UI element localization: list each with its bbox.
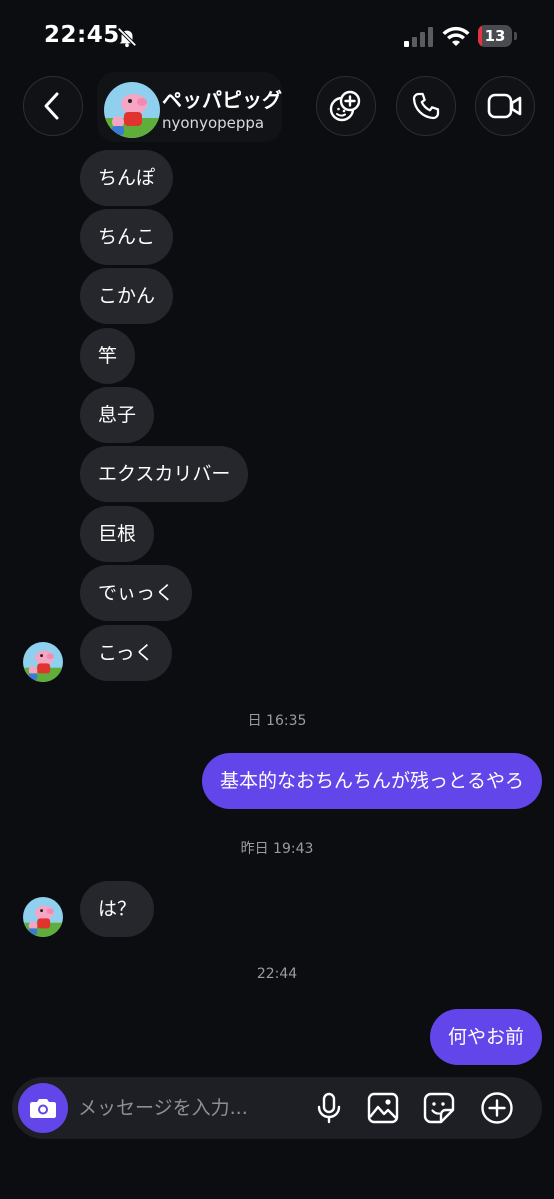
battery-level: 13 bbox=[484, 27, 506, 45]
message-input[interactable] bbox=[78, 1077, 278, 1139]
incoming-message[interactable]: 巨根 bbox=[80, 506, 155, 562]
camera-icon bbox=[30, 1099, 56, 1118]
timestamp: 昨日 19:43 bbox=[240, 841, 314, 857]
message-composer bbox=[12, 1077, 542, 1139]
camera-button[interactable] bbox=[18, 1083, 68, 1133]
voice-call-button[interactable] bbox=[396, 76, 456, 136]
more-options-button[interactable] bbox=[480, 1091, 514, 1125]
contact-name[interactable]: ペッパピッグ bbox=[162, 84, 282, 113]
signal-icon bbox=[404, 27, 433, 47]
microphone-icon bbox=[317, 1092, 341, 1124]
image-icon bbox=[367, 1092, 399, 1124]
incoming-message[interactable]: は？ bbox=[80, 881, 155, 937]
home-indicator bbox=[205, 1183, 349, 1188]
sticker-button[interactable] bbox=[422, 1091, 456, 1125]
chat-header: ペッパピッグ nyonyopeppa bbox=[0, 72, 554, 148]
microphone-button[interactable] bbox=[312, 1091, 346, 1125]
incoming-message[interactable]: 竿 bbox=[80, 328, 136, 384]
battery-icon: 13 bbox=[478, 25, 518, 49]
outgoing-message[interactable]: 何やお前 bbox=[429, 1009, 542, 1065]
status-bar: 22:45 13 bbox=[0, 0, 554, 72]
incoming-message[interactable]: ちんこ bbox=[80, 209, 174, 265]
sticker-add-icon bbox=[329, 90, 361, 122]
incoming-message[interactable]: 息子 bbox=[80, 387, 155, 443]
timestamp: 日 16:35 bbox=[247, 713, 307, 729]
sticker-add-button[interactable] bbox=[316, 76, 376, 136]
incoming-message[interactable]: こっく bbox=[80, 625, 172, 681]
contact-avatar[interactable] bbox=[104, 82, 160, 138]
contact-username[interactable]: nyonyopeppa bbox=[162, 114, 264, 132]
sticker-icon bbox=[423, 1092, 455, 1124]
back-icon bbox=[44, 92, 59, 120]
video-call-button[interactable] bbox=[475, 76, 535, 136]
wifi-icon bbox=[442, 26, 470, 46]
bell-muted-icon bbox=[117, 27, 137, 48]
phone-icon bbox=[412, 92, 440, 120]
incoming-message[interactable]: エクスカリバー bbox=[80, 446, 249, 502]
plus-icon bbox=[481, 1092, 513, 1124]
gallery-button[interactable] bbox=[366, 1091, 400, 1125]
incoming-message[interactable]: でぃっく bbox=[80, 565, 193, 621]
back-button[interactable] bbox=[23, 76, 83, 136]
status-time: 22:45 bbox=[44, 22, 120, 48]
incoming-message[interactable]: こかん bbox=[80, 268, 174, 324]
timestamp: 22:44 bbox=[256, 966, 298, 982]
incoming-message[interactable]: ちんぽ bbox=[80, 150, 174, 206]
outgoing-message[interactable]: 基本的なおちんちんが残っとるやろ bbox=[201, 753, 542, 809]
sender-avatar[interactable] bbox=[23, 642, 63, 682]
video-icon bbox=[487, 93, 522, 119]
sender-avatar[interactable] bbox=[23, 897, 63, 937]
